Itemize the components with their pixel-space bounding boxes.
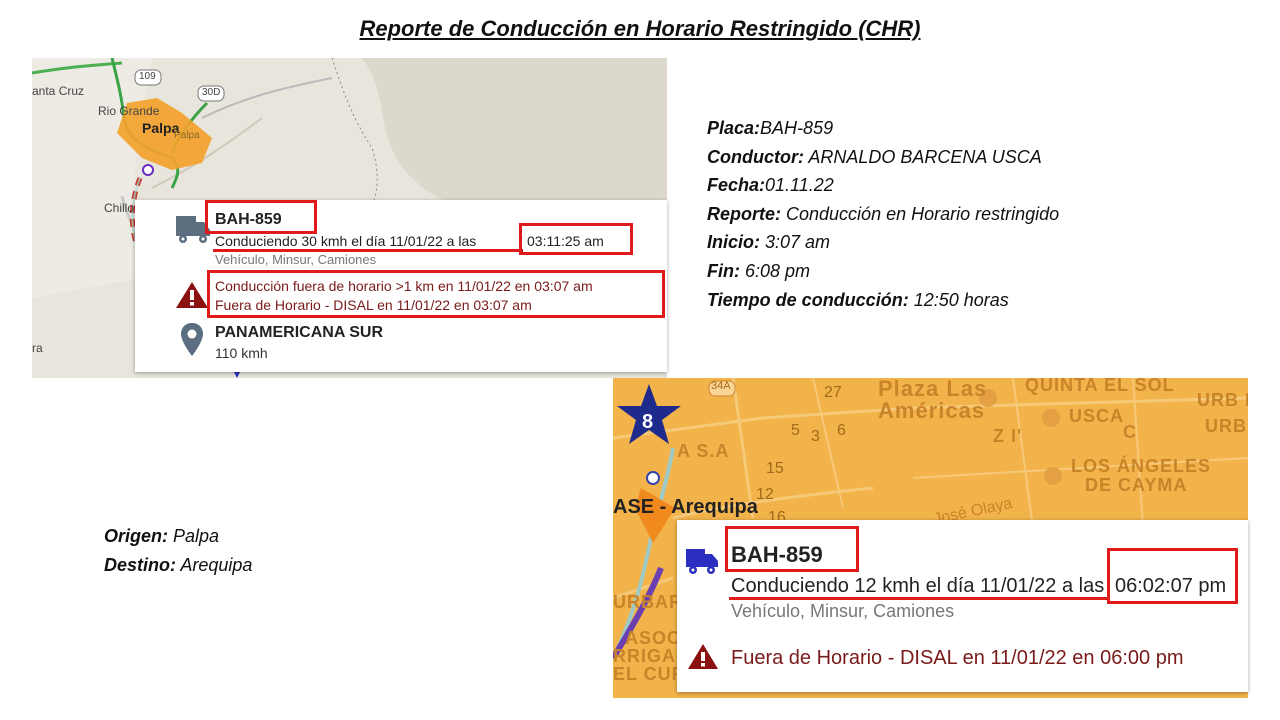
destination-row: Destino: Arequipa <box>104 551 252 580</box>
map-label-rio-grande: Rio Grande <box>98 104 160 118</box>
report-duration-row: Tiempo de conducción: 12:50 horas <box>707 286 1059 315</box>
origin-value: Palpa <box>168 526 220 546</box>
report-driver-row: Conductor: ARNALDO BARCENA USCA <box>707 143 1059 172</box>
driving-time: 06:02:07 pm <box>1115 575 1227 597</box>
map-label-sa: A S.A <box>677 441 730 461</box>
star-marker-number: 8 <box>642 411 654 433</box>
plate-label: Placa: <box>707 118 761 138</box>
route-details: Origen: Palpa Destino: Arequipa <box>104 522 252 579</box>
map-label-zi: Z I' <box>993 426 1023 446</box>
end-value: 6:08 pm <box>740 260 811 281</box>
driving-status-underline <box>729 597 1109 600</box>
road-name: PANAMERICANA SUR <box>215 324 383 341</box>
warning-icon <box>176 282 208 308</box>
destination-value: Arequipa <box>176 554 253 575</box>
map-number-12: 12 <box>756 486 774 503</box>
driver-label: Conductor: <box>707 146 804 167</box>
report-date-row: Fecha:01.11.22 <box>707 171 1059 200</box>
map-label-de-cayma: DE CAYMA <box>1085 475 1188 495</box>
map-label-los-angeles: LOS ÁNGELES <box>1071 456 1212 476</box>
route-shield-30d: 30D <box>202 87 221 98</box>
report-start-row: Inicio: 3:07 am <box>707 228 1059 257</box>
plate-value: BAH-859 <box>760 118 834 138</box>
map-label-santa-cruz: anta Cruz <box>32 84 85 98</box>
warning-icon <box>688 644 718 669</box>
truck-icon <box>686 549 718 574</box>
report-details: Placa:BAH-859 Conductor: ARNALDO BARCENA… <box>707 114 1059 314</box>
map-number-15: 15 <box>766 460 784 477</box>
date-label: Fecha: <box>707 175 766 196</box>
map-label-palpa-small: Palpa <box>174 130 200 141</box>
vehicle-category: Vehículo, Minsur, Camiones <box>215 252 377 267</box>
map-label-quinta-el-sol: QUINTA EL SOL <box>1025 378 1175 395</box>
map-number-5: 5 <box>791 422 800 439</box>
map-label-americas: Américas <box>878 398 986 423</box>
report-label: Reporte: <box>707 203 782 224</box>
report-type-row: Reporte: Conducción en Horario restringi… <box>707 200 1059 229</box>
map-label-arequipa: ASE - Arequipa <box>613 496 758 518</box>
map-label-c: C <box>1123 422 1137 442</box>
map-label-ra: ra <box>32 341 43 355</box>
destination-label: Destino: <box>104 554 176 575</box>
driver-value: ARNALDO BARCENA USCA <box>803 146 1042 167</box>
map-label-chillo: Chillo <box>104 201 135 215</box>
map-number-27: 27 <box>824 384 842 401</box>
route-shield-109: 109 <box>139 71 156 82</box>
map-label-usca: USCA <box>1069 406 1125 426</box>
route-shield-34a: 34A <box>711 380 731 392</box>
road-speed: 110 kmh <box>215 345 268 361</box>
end-label: Fin: <box>707 260 740 281</box>
vehicle-plate: BAH-859 <box>215 211 282 228</box>
origin-row: Origen: Palpa <box>104 522 252 551</box>
report-value: Conducción en Horario restringido <box>781 203 1060 224</box>
origin-label: Origen: <box>104 526 169 546</box>
start-label: Inicio: <box>707 232 760 253</box>
duration-label: Tiempo de conducción: <box>707 289 909 310</box>
map-label-urb-1: URB L <box>1197 390 1248 410</box>
location-pin-icon <box>181 323 203 356</box>
vehicle-info-card-end[interactable]: BAH-859 Conduciendo 12 kmh el día 11/01/… <box>677 520 1248 692</box>
vehicle-info-card-start[interactable]: BAH-859 Conduciendo 30 kmh el día 11/01/… <box>135 200 667 372</box>
report-end-row: Fin: 6:08 pm <box>707 257 1059 286</box>
vehicle-category: Vehículo, Minsur, Camiones <box>731 601 955 621</box>
map-number-6: 6 <box>837 422 846 439</box>
alert-line-1: Conducción fuera de horario >1 km en 11/… <box>215 278 593 294</box>
start-value: 3:07 am <box>760 232 831 253</box>
driving-status: Conduciendo 30 kmh el día 11/01/22 a las <box>215 233 477 249</box>
alert-line-2: Fuera de Horario - DISAL en 11/01/22 en … <box>215 297 532 313</box>
page-title: Reporte de Conducción en Horario Restrin… <box>359 16 921 41</box>
driving-time: 03:11:25 am <box>527 233 604 249</box>
report-plate-row: Placa:BAH-859 <box>707 114 1059 143</box>
date-value: 01.11.22 <box>765 175 834 196</box>
map-label-urb-2: URB <box>1205 416 1247 436</box>
duration-value: 12:50 horas <box>908 289 1009 310</box>
driving-status: Conduciendo 12 kmh el día 11/01/22 a las <box>731 575 1105 597</box>
alert-line: Fuera de Horario - DISAL en 11/01/22 en … <box>731 647 1184 669</box>
map-number-3: 3 <box>811 428 820 445</box>
vehicle-plate: BAH-859 <box>731 542 823 567</box>
